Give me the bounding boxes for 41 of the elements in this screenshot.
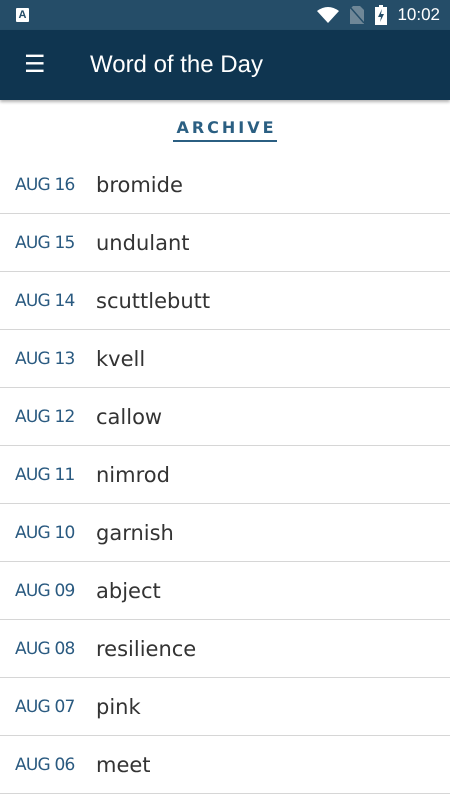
- archive-row[interactable]: AUG 08 resilience: [0, 620, 450, 678]
- archive-row[interactable]: AUG 06 meet: [0, 736, 450, 794]
- archive-row[interactable]: AUG 07 pink: [0, 678, 450, 736]
- entry-word: bromide: [96, 172, 183, 196]
- archive-row[interactable]: AUG 09 abject: [0, 562, 450, 620]
- entry-word: abject: [96, 578, 161, 602]
- wifi-icon: [317, 7, 340, 23]
- clock-time: 10:02: [397, 5, 440, 25]
- entry-date: AUG 06: [15, 754, 76, 774]
- entry-date: AUG 11: [15, 464, 76, 484]
- entry-word: garnish: [96, 520, 174, 544]
- notification-icon: A: [16, 8, 29, 22]
- entry-word: undulant: [96, 230, 190, 254]
- app-title: Word of the Day: [90, 51, 263, 79]
- entry-word: resilience: [96, 636, 196, 660]
- battery-charging-icon: [375, 5, 388, 25]
- entry-word: meet: [96, 752, 151, 776]
- archive-row[interactable]: AUG 16 bromide: [0, 156, 450, 214]
- entry-date: AUG 13: [15, 348, 76, 368]
- archive-row[interactable]: AUG 11 nimrod: [0, 446, 450, 504]
- entry-word: callow: [96, 404, 162, 428]
- entry-date: AUG 14: [15, 290, 76, 310]
- entry-date: AUG 09: [15, 580, 76, 600]
- entry-word: scuttlebutt: [96, 288, 210, 312]
- archive-row[interactable]: AUG 13 kvell: [0, 330, 450, 388]
- archive-row[interactable]: AUG 10 garnish: [0, 504, 450, 562]
- entry-date: AUG 16: [15, 174, 76, 194]
- menu-button[interactable]: ☰: [22, 53, 48, 77]
- no-sim-icon: [349, 6, 366, 24]
- entry-date: AUG 15: [15, 232, 76, 252]
- archive-row[interactable]: AUG 14 scuttlebutt: [0, 272, 450, 330]
- entry-date: AUG 10: [15, 522, 76, 542]
- entry-date: AUG 07: [15, 696, 76, 716]
- section-heading: ARCHIVE: [173, 118, 277, 142]
- entry-date: AUG 12: [15, 406, 76, 426]
- entry-word: nimrod: [96, 462, 170, 486]
- entry-word: kvell: [96, 346, 146, 370]
- entry-word: pink: [96, 694, 141, 718]
- archive-row[interactable]: AUG 15 undulant: [0, 214, 450, 272]
- entry-date: AUG 08: [15, 638, 76, 658]
- archive-row[interactable]: AUG 12 callow: [0, 388, 450, 446]
